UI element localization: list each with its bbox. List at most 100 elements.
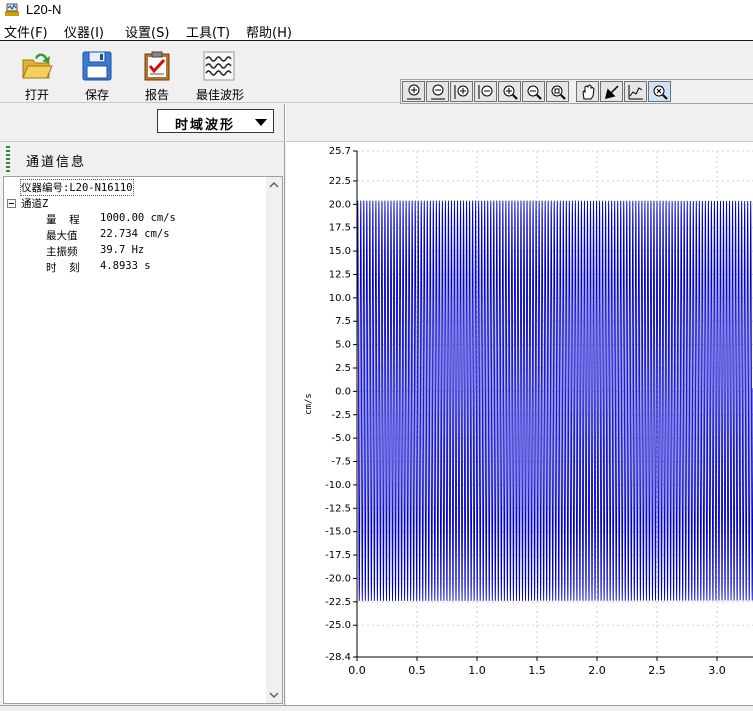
open-label: 打开 [24, 88, 49, 102]
x-tick-label: 2.5 [648, 664, 666, 677]
menu-file[interactable]: 文件(F) [4, 22, 48, 41]
open-folder-icon [22, 53, 53, 79]
best-wave-button[interactable]: 最佳波形 [185, 46, 255, 102]
y-axis-label: cm/s [304, 393, 314, 415]
wave-type-select[interactable]: 时域波形 [157, 109, 274, 133]
y-tick-label: 17.5 [329, 223, 351, 234]
tree-scrollbar[interactable] [266, 177, 282, 703]
y-tick-label: -20.0 [325, 573, 351, 584]
menu-bar: 文件(F) 仪器(I) 设置(S) 工具(T) 帮助(H) [0, 20, 753, 41]
splitter[interactable] [284, 104, 286, 142]
y-tick-label: -25.0 [325, 620, 351, 631]
x-tick-label: 0.5 [408, 664, 426, 677]
app-icon [5, 3, 19, 16]
zoom-out-x-icon [431, 84, 445, 100]
y-tick-label: -17.5 [325, 550, 351, 561]
x-tick-label: 3.0 [708, 664, 726, 677]
y-tick-label: 0.0 [335, 386, 351, 397]
x-tick-label: 0.0 [348, 664, 366, 677]
zoom-in-x-icon [407, 84, 421, 100]
undo-arrow-icon [604, 85, 619, 100]
waveform-chart[interactable]: 25.7 22.5 20.0 17.5 15.0 12.5 10.0 7.5 5.0 2.5 0.0… [286, 142, 753, 705]
chart-panel[interactable]: 25.7 22.5 20.0 17.5 15.0 12.5 10.0 7.5 5.0 2.5 0.0… [286, 142, 753, 705]
zoom-fit-button[interactable] [546, 81, 569, 102]
open-button[interactable]: 打开 [5, 46, 69, 102]
y-tick-label: -7.5 [331, 457, 351, 468]
x-tick-label: 1.0 [468, 664, 486, 677]
undo-button[interactable] [600, 81, 623, 102]
property-value-max: 22.734 cm/s [100, 228, 170, 240]
y-tick-label: 7.5 [335, 316, 351, 327]
report-clipboard-icon [144, 51, 170, 81]
save-button[interactable]: 保存 [65, 46, 129, 102]
zoom-in-x-button[interactable] [402, 81, 425, 102]
save-label: 保存 [84, 88, 109, 102]
menu-instrument[interactable]: 仪器(I) [64, 22, 104, 41]
chevron-down-icon[interactable] [255, 119, 267, 126]
pan-hand-icon [582, 84, 595, 100]
y-tick-label: 20.0 [329, 199, 351, 210]
panel-title: 通道信息 [26, 155, 87, 170]
zoom-out-y-button[interactable] [474, 81, 497, 102]
zoom-in-icon [503, 85, 518, 100]
y-tick-label: 25.7 [329, 146, 351, 157]
zoom-fit-icon [551, 85, 566, 100]
property-label-range: 量 程 [46, 214, 80, 226]
scroll-down-icon[interactable] [266, 687, 282, 703]
tree-item-channel[interactable]: 通道Z [21, 196, 48, 211]
zoom-out-y-icon [478, 85, 493, 99]
y-tick-label: -10.0 [325, 480, 351, 491]
wave-type-value: 时域波形 [175, 118, 236, 133]
zoom-out-x-button[interactable] [426, 81, 449, 102]
y-tick-label: 22.5 [329, 176, 351, 187]
y-tick-label: -2.5 [331, 410, 351, 421]
zoom-reset-button[interactable] [648, 81, 671, 102]
report-label: 报告 [144, 88, 169, 102]
y-tick-label: 10.0 [329, 293, 351, 304]
curve-button[interactable] [624, 81, 647, 102]
zoom-in-y-button[interactable] [450, 81, 473, 102]
pan-button[interactable] [576, 81, 599, 102]
menu-tools[interactable]: 工具(T) [186, 22, 230, 41]
y-tick-label: 12.5 [329, 269, 351, 280]
tree-item-instrument[interactable]: 仪器编号:L20-N16110 [20, 179, 134, 196]
property-label-freq: 主振频 [46, 246, 78, 258]
zoom-reset-icon [653, 85, 668, 100]
report-button[interactable]: 报告 [125, 46, 189, 102]
curve-icon [628, 85, 643, 100]
wave-icon [203, 51, 235, 81]
property-label-time: 时 刻 [46, 262, 80, 274]
y-tick-label: -22.5 [325, 597, 351, 608]
zoom-out-button[interactable] [522, 81, 545, 102]
x-tick-label: 2.0 [588, 664, 606, 677]
property-label-max: 最大值 [46, 230, 78, 242]
selector-bar [0, 104, 753, 142]
title-bar: L20-N [0, 0, 753, 20]
y-tick-label: 15.0 [329, 246, 351, 257]
tree-expand-icon[interactable] [7, 199, 16, 208]
y-tick-label: -5.0 [331, 433, 351, 444]
zoom-out-icon [527, 85, 542, 100]
best-wave-label: 最佳波形 [195, 88, 244, 102]
y-tick-label: -28.4 [325, 652, 351, 663]
menu-help[interactable]: 帮助(H) [246, 22, 292, 41]
waveform-line [356, 200, 753, 601]
zoom-in-button[interactable] [498, 81, 521, 102]
zoom-toolbar [400, 79, 753, 104]
y-tick-label: 5.0 [335, 340, 351, 351]
waveform-series [356, 200, 753, 601]
window-title: L20-N [26, 2, 62, 17]
y-tick-label: 2.5 [335, 363, 351, 374]
status-bar [0, 705, 753, 711]
y-tick-label: -12.5 [325, 503, 351, 514]
property-value-freq: 39.7 Hz [100, 244, 145, 256]
x-tick-label: 1.5 [528, 664, 546, 677]
property-value-time: 4.8933 s [100, 260, 151, 272]
save-floppy-icon [82, 51, 112, 81]
property-value-range: 1000.00 cm/s [100, 212, 176, 224]
grip-handle-icon[interactable] [6, 146, 12, 172]
zoom-in-y-icon [454, 85, 469, 99]
menu-settings[interactable]: 设置(S) [125, 22, 169, 41]
scroll-up-icon[interactable] [266, 177, 282, 193]
y-tick-label: -15.0 [325, 527, 351, 538]
